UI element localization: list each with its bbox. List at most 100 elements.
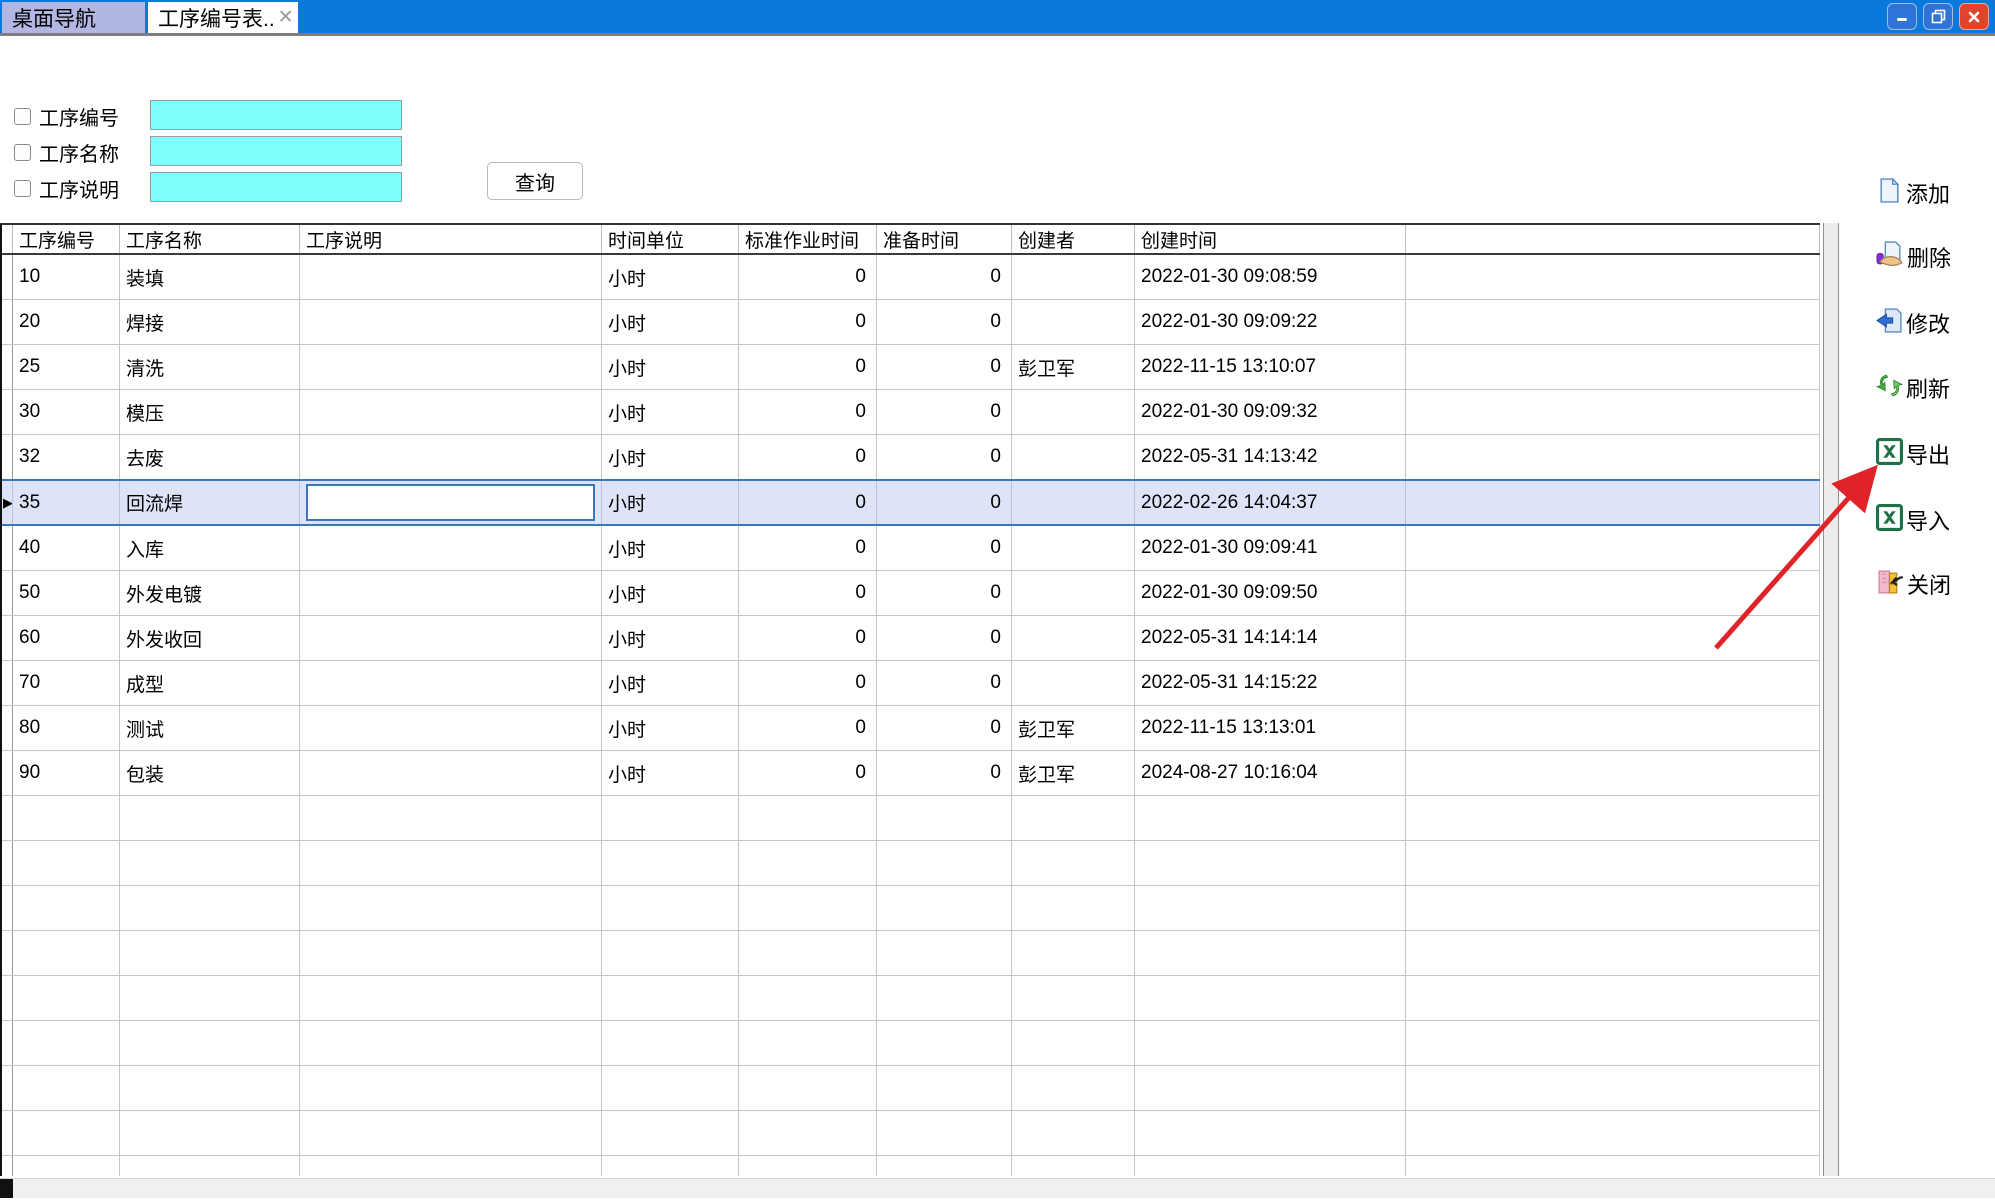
empty-table-row[interactable] — [2, 886, 1820, 931]
table-row[interactable]: 60外发收回小时002022-05-31 14:14:14 — [2, 616, 1820, 661]
table-cell[interactable]: 10 — [13, 255, 120, 299]
minimize-button[interactable] — [1887, 3, 1917, 30]
maximize-button[interactable] — [1923, 3, 1953, 30]
table-cell[interactable]: 0 — [877, 481, 1012, 524]
table-cell[interactable] — [300, 616, 602, 660]
empty-table-row[interactable] — [2, 976, 1820, 1021]
table-cell[interactable] — [1012, 300, 1135, 344]
table-cell[interactable] — [300, 435, 602, 479]
table-cell[interactable] — [1406, 526, 1820, 570]
table-cell[interactable]: 外发电镀 — [120, 571, 300, 615]
tab-desktop-nav[interactable]: 桌面导航 — [2, 2, 145, 33]
table-cell[interactable]: 小时 — [602, 706, 739, 750]
table-cell[interactable] — [1406, 390, 1820, 434]
edit-document-button[interactable]: 修改 — [1876, 306, 1992, 340]
table-cell[interactable]: 0 — [877, 390, 1012, 434]
table-row[interactable]: 40入库小时002022-01-30 09:09:41 — [2, 526, 1820, 571]
column-header[interactable] — [1406, 225, 1820, 253]
table-cell[interactable] — [1406, 661, 1820, 705]
table-cell[interactable]: 2022-01-30 09:09:22 — [1135, 300, 1406, 344]
code-input[interactable] — [150, 100, 402, 130]
table-cell[interactable]: 25 — [13, 345, 120, 389]
table-cell[interactable] — [1406, 706, 1820, 750]
table-cell[interactable] — [300, 526, 602, 570]
desc-checkbox[interactable] — [14, 180, 31, 197]
table-cell[interactable] — [1406, 751, 1820, 795]
table-cell[interactable]: 模压 — [120, 390, 300, 434]
table-cell[interactable]: 清洗 — [120, 345, 300, 389]
table-cell[interactable]: 2022-11-15 13:10:07 — [1135, 345, 1406, 389]
table-cell[interactable] — [300, 751, 602, 795]
table-cell[interactable]: 2022-01-30 09:08:59 — [1135, 255, 1406, 299]
table-cell[interactable]: 装填 — [120, 255, 300, 299]
table-cell[interactable]: 32 — [13, 435, 120, 479]
table-cell[interactable]: 30 — [13, 390, 120, 434]
table-cell[interactable]: 包装 — [120, 751, 300, 795]
table-cell[interactable]: 50 — [13, 571, 120, 615]
table-cell[interactable] — [1406, 571, 1820, 615]
name-checkbox[interactable] — [14, 144, 31, 161]
table-cell[interactable] — [1406, 255, 1820, 299]
table-cell[interactable]: 彭卫军 — [1012, 706, 1135, 750]
table-cell[interactable] — [1012, 435, 1135, 479]
table-cell[interactable]: 焊接 — [120, 300, 300, 344]
empty-table-row[interactable] — [2, 796, 1820, 841]
table-cell[interactable] — [1406, 300, 1820, 344]
table-row[interactable]: 32去废小时002022-05-31 14:13:42 — [2, 435, 1820, 480]
vertical-scrollbar[interactable] — [1823, 223, 1839, 1176]
table-cell[interactable] — [1012, 526, 1135, 570]
close-door-button[interactable]: 关闭 — [1876, 567, 1992, 601]
column-header[interactable]: 工序编号 — [13, 225, 120, 253]
table-cell[interactable] — [300, 300, 602, 344]
table-cell[interactable] — [1012, 255, 1135, 299]
table-row[interactable]: 25清洗小时00彭卫军2022-11-15 13:10:07 — [2, 345, 1820, 390]
table-cell[interactable]: 小时 — [602, 526, 739, 570]
table-cell[interactable]: 20 — [13, 300, 120, 344]
table-cell[interactable] — [300, 345, 602, 389]
table-cell[interactable] — [1406, 435, 1820, 479]
table-row[interactable]: 90包装小时00彭卫军2024-08-27 10:16:04 — [2, 751, 1820, 796]
table-cell[interactable]: 70 — [13, 661, 120, 705]
table-cell[interactable] — [1012, 661, 1135, 705]
table-cell[interactable] — [1406, 345, 1820, 389]
table-cell[interactable]: 0 — [739, 661, 877, 705]
table-cell[interactable]: 0 — [877, 255, 1012, 299]
table-row[interactable]: 10装填小时002022-01-30 09:08:59 — [2, 255, 1820, 300]
table-cell[interactable]: 90 — [13, 751, 120, 795]
excel-import-button[interactable]: 导入 — [1876, 503, 1992, 537]
table-cell[interactable] — [300, 390, 602, 434]
table-cell[interactable]: 40 — [13, 526, 120, 570]
empty-table-row[interactable] — [2, 841, 1820, 886]
table-cell[interactable]: 0 — [739, 345, 877, 389]
table-cell[interactable]: 0 — [739, 300, 877, 344]
table-cell[interactable] — [1406, 616, 1820, 660]
table-cell[interactable]: 2022-11-15 13:13:01 — [1135, 706, 1406, 750]
table-cell[interactable]: 0 — [739, 435, 877, 479]
refresh-button[interactable]: 刷新 — [1876, 371, 1992, 405]
table-cell[interactable]: 2024-08-27 10:16:04 — [1135, 751, 1406, 795]
table-cell[interactable]: 0 — [877, 706, 1012, 750]
table-cell[interactable] — [300, 661, 602, 705]
table-cell[interactable]: 0 — [739, 390, 877, 434]
table-cell[interactable]: 小时 — [602, 390, 739, 434]
table-row[interactable]: 50外发电镀小时002022-01-30 09:09:50 — [2, 571, 1820, 616]
table-row[interactable]: ▶35回流焊小时002022-02-26 14:04:37 — [2, 479, 1820, 526]
inline-edit-cell[interactable] — [306, 484, 595, 521]
new-document-button[interactable]: 添加 — [1876, 176, 1992, 210]
column-header[interactable]: 创建者 — [1012, 225, 1135, 253]
empty-table-row[interactable] — [2, 1156, 1820, 1176]
table-cell[interactable]: 彭卫军 — [1012, 751, 1135, 795]
table-cell[interactable]: 0 — [739, 751, 877, 795]
table-cell[interactable]: 回流焊 — [120, 481, 300, 524]
table-cell[interactable]: 0 — [877, 526, 1012, 570]
table-cell[interactable]: 2022-01-30 09:09:50 — [1135, 571, 1406, 615]
table-cell[interactable]: 小时 — [602, 616, 739, 660]
empty-table-row[interactable] — [2, 1066, 1820, 1111]
table-cell[interactable]: 0 — [877, 345, 1012, 389]
table-cell[interactable] — [300, 255, 602, 299]
table-cell[interactable]: 2022-01-30 09:09:41 — [1135, 526, 1406, 570]
table-row[interactable]: 30模压小时002022-01-30 09:09:32 — [2, 390, 1820, 435]
table-cell[interactable] — [1012, 616, 1135, 660]
table-cell[interactable]: 小时 — [602, 571, 739, 615]
table-cell[interactable] — [1012, 481, 1135, 524]
